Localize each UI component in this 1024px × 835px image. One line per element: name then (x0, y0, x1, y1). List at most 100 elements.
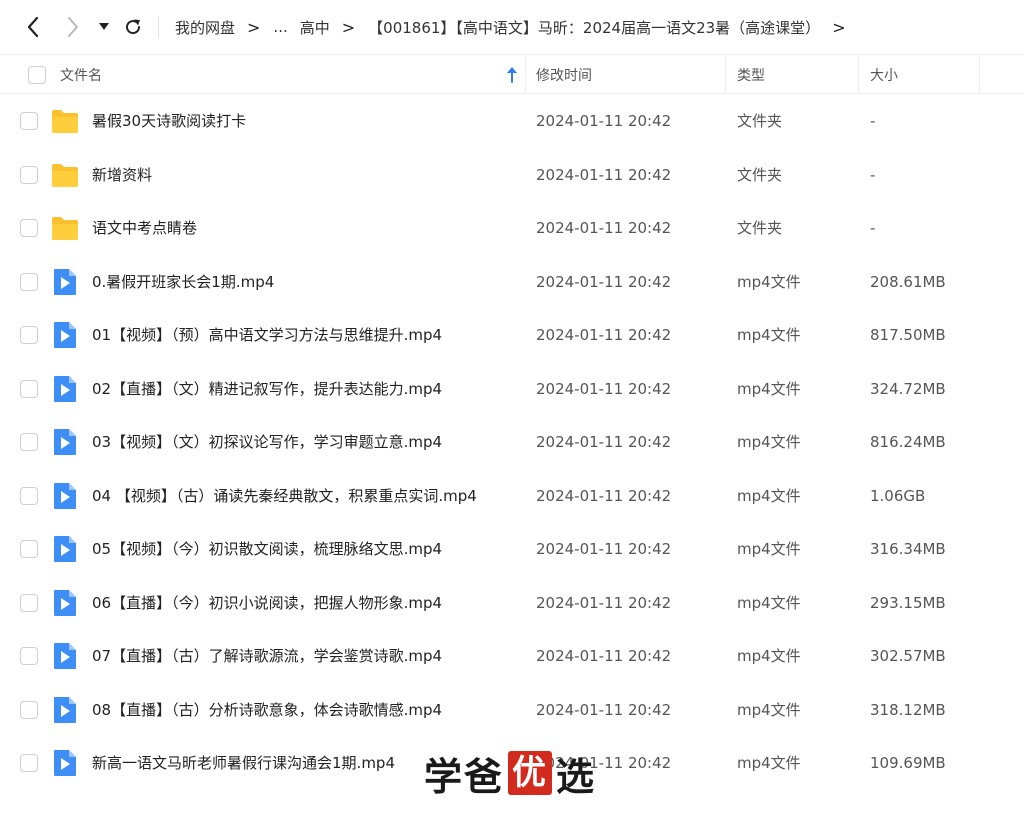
file-modified-time: 2024-01-11 20:42 (536, 165, 672, 184)
column-divider[interactable] (858, 55, 859, 94)
row-checkbox[interactable] (20, 540, 38, 558)
file-size: - (870, 219, 876, 237)
row-checkbox[interactable] (20, 379, 38, 398)
file-name[interactable]: 0.暑假开班家长会1期.mp4 (92, 255, 274, 309)
breadcrumb-ellipsis[interactable]: ... (273, 18, 287, 36)
forward-button[interactable] (60, 14, 86, 40)
refresh-icon (126, 19, 141, 35)
refresh-button[interactable] (120, 14, 146, 40)
file-row[interactable]: 04 【视频】（古）诵读先秦经典散文，积累重点实词.mp4 2024-01-11 … (0, 469, 1024, 523)
row-checkbox[interactable] (20, 647, 38, 665)
row-checkbox[interactable] (20, 112, 38, 130)
file-row[interactable]: 08【直播】（古）分析诗歌意象，体会诗歌情感.mp4 2024-01-11 20:… (0, 683, 1024, 737)
file-name[interactable]: 07【直播】（古）了解诗歌源流，学会鉴赏诗歌.mp4 (92, 629, 442, 683)
folder-icon (50, 107, 80, 135)
video-file-icon (50, 482, 80, 510)
file-size: 109.69MB (870, 754, 946, 772)
video-file-icon (50, 749, 80, 777)
column-header-modified[interactable]: 修改时间 (536, 55, 592, 94)
file-row[interactable]: 07【直播】（古）了解诗歌源流，学会鉴赏诗歌.mp4 2024-01-11 20:… (0, 629, 1024, 683)
file-name[interactable]: 新高一语文马昕老师暑假行课沟通会1期.mp4 (92, 736, 395, 790)
video-file-icon (50, 428, 80, 456)
video-file-icon (50, 589, 80, 617)
file-row[interactable]: 05【视频】（今）初识散文阅读，梳理脉络文思.mp4 2024-01-11 20:… (0, 522, 1024, 576)
file-size: 293.15MB (870, 593, 946, 612)
history-dropdown-button[interactable] (92, 14, 116, 40)
file-type: mp4文件 (737, 700, 801, 719)
breadcrumb-more-icon[interactable]: > (832, 18, 845, 37)
breadcrumb-level1[interactable]: 高中 (300, 17, 330, 38)
file-type: 文件夹 (737, 219, 783, 237)
row-checkbox[interactable] (20, 593, 38, 612)
row-checkbox[interactable] (20, 165, 38, 184)
video-file-icon (50, 642, 80, 670)
file-type: mp4文件 (737, 593, 801, 612)
breadcrumb-separator-icon: > (247, 17, 261, 37)
file-row[interactable]: 03【视频】（文）初探议论写作，学习审题立意.mp4 2024-01-11 20:… (0, 415, 1024, 469)
file-row[interactable]: 暑假30天诗歌阅读打卡 2024-01-11 20:42 文件夹 - (0, 94, 1024, 148)
file-name[interactable]: 新增资料 (92, 148, 152, 202)
video-file-icon (50, 696, 80, 724)
back-button[interactable] (20, 14, 46, 40)
file-name[interactable]: 暑假30天诗歌阅读打卡 (92, 94, 246, 148)
file-type: mp4文件 (737, 540, 801, 558)
column-divider[interactable] (979, 55, 980, 94)
file-name[interactable]: 语文中考点睛卷 (92, 201, 197, 255)
file-size: - (870, 165, 876, 184)
file-list-header: 文件名 修改时间 类型 大小 (0, 54, 1024, 94)
watermark-logo: 学爸 优 选 (424, 748, 597, 799)
file-modified-time: 2024-01-11 20:42 (536, 112, 672, 130)
file-name[interactable]: 06【直播】（今）初识小说阅读，把握人物形象.mp4 (92, 576, 442, 630)
file-list: 暑假30天诗歌阅读打卡 2024-01-11 20:42 文件夹 - 新增资料 2024-… (0, 94, 1024, 790)
file-modified-time: 2024-01-11 20:42 (536, 379, 672, 398)
watermark-seal: 优 (508, 751, 553, 795)
column-header-type[interactable]: 类型 (737, 55, 765, 94)
file-size: 316.34MB (870, 540, 946, 558)
watermark-text: 学爸 (424, 753, 505, 799)
breadcrumb-root[interactable]: 我的网盘 (175, 17, 235, 38)
file-type: mp4文件 (737, 272, 801, 291)
row-checkbox[interactable] (20, 326, 38, 344)
row-checkbox[interactable] (20, 700, 38, 719)
file-row[interactable]: 01【视频】（预）高中语文学习方法与思维提升.mp4 2024-01-11 20:… (0, 308, 1024, 362)
row-checkbox[interactable] (20, 486, 38, 505)
navigation-bar: 我的网盘 > ... 高中 > 【001861】【高中语文】马昕：2024届高一… (0, 0, 1024, 54)
file-name[interactable]: 04 【视频】（古）诵读先秦经典散文，积累重点实词.mp4 (92, 469, 477, 523)
breadcrumb-current[interactable]: 【001861】【高中语文】马昕：2024届高一语文23暑（高途课堂） (368, 17, 820, 38)
file-name[interactable]: 01【视频】（预）高中语文学习方法与思维提升.mp4 (92, 308, 442, 362)
file-name[interactable]: 08【直播】（古）分析诗歌意象，体会诗歌情感.mp4 (92, 683, 442, 737)
column-divider[interactable] (525, 55, 526, 94)
row-checkbox[interactable] (20, 433, 38, 451)
file-type: mp4文件 (737, 326, 801, 344)
sort-ascending-icon[interactable] (505, 66, 519, 84)
video-file-icon (50, 321, 80, 349)
file-row[interactable]: 语文中考点睛卷 2024-01-11 20:42 文件夹 - (0, 201, 1024, 255)
file-name[interactable]: 03【视频】（文）初探议论写作，学习审题立意.mp4 (92, 415, 442, 469)
select-all-checkbox[interactable] (28, 66, 46, 84)
file-size: 318.12MB (870, 700, 946, 719)
watermark-text: 选 (556, 753, 597, 799)
column-divider[interactable] (725, 55, 726, 94)
file-size: 324.72MB (870, 379, 946, 398)
row-checkbox[interactable] (20, 219, 38, 237)
file-modified-time: 2024-01-11 20:42 (536, 647, 672, 665)
file-size: 1.06GB (870, 486, 926, 505)
file-type: mp4文件 (737, 433, 801, 451)
file-size: 817.50MB (870, 326, 946, 344)
column-header-name[interactable]: 文件名 (60, 55, 102, 94)
column-header-size[interactable]: 大小 (870, 55, 898, 94)
file-modified-time: 2024-01-11 20:42 (536, 219, 672, 237)
row-checkbox[interactable] (20, 754, 38, 772)
file-type: mp4文件 (737, 486, 801, 505)
file-name[interactable]: 05【视频】（今）初识散文阅读，梳理脉络文思.mp4 (92, 522, 442, 576)
breadcrumb-separator-icon: > (341, 17, 356, 37)
row-checkbox[interactable] (20, 272, 38, 291)
file-row[interactable]: 新增资料 2024-01-11 20:42 文件夹 - (0, 148, 1024, 202)
file-type: mp4文件 (737, 647, 801, 665)
file-name[interactable]: 02【直播】（文）精进记叙写作，提升表达能力.mp4 (92, 362, 442, 416)
file-modified-time: 2024-01-11 20:42 (536, 433, 672, 451)
file-row[interactable]: 0.暑假开班家长会1期.mp4 2024-01-11 20:42 mp4文件 208.… (0, 255, 1024, 309)
file-row[interactable]: 02【直播】（文）精进记叙写作，提升表达能力.mp4 2024-01-11 20:… (0, 362, 1024, 416)
file-row[interactable]: 06【直播】（今）初识小说阅读，把握人物形象.mp4 2024-01-11 20:… (0, 576, 1024, 630)
file-modified-time: 2024-01-11 20:42 (536, 326, 672, 344)
